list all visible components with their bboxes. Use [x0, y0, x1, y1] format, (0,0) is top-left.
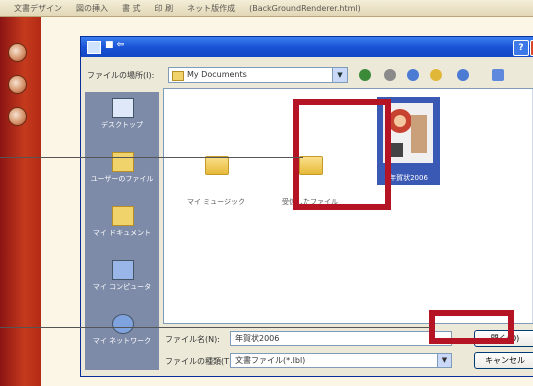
- folder-icon[interactable]: [205, 156, 229, 175]
- menu-item[interactable]: ネット版作成: [187, 3, 235, 14]
- cancel-button[interactable]: キャンセル: [474, 352, 533, 369]
- look-in-value: My Documents: [187, 70, 247, 79]
- chevron-down-icon[interactable]: ▼: [332, 68, 347, 82]
- app-menubar: 文書デザイン 図の挿入 書 式 印 刷 ネット版作成 (BackGroundRe…: [0, 0, 533, 17]
- network-icon: [112, 314, 134, 334]
- desktop-icon: [112, 98, 134, 118]
- place-label: マイ ドキュメント: [92, 229, 152, 237]
- menu-item[interactable]: 印 刷: [155, 3, 174, 14]
- look-in-dropdown[interactable]: My Documents ▼: [168, 67, 348, 83]
- up-folder-icon[interactable]: [384, 69, 396, 81]
- tools-icon[interactable]: [457, 69, 469, 81]
- back-icon[interactable]: [359, 69, 371, 81]
- highlight-frame-open-button: [429, 310, 514, 344]
- callout-line: [0, 157, 303, 158]
- my-documents-icon: [112, 206, 134, 226]
- my-computer-icon: [112, 260, 134, 280]
- look-in-row: ファイルの場所(I): My Documents ▼: [85, 67, 533, 85]
- app-tool-icon[interactable]: [8, 43, 27, 62]
- place-label: マイ コンピュータ: [92, 283, 152, 291]
- place-my-computer[interactable]: マイ コンピュータ: [85, 258, 159, 304]
- file-label[interactable]: マイ ミュージック: [181, 197, 251, 207]
- chevron-down-icon[interactable]: ▼: [437, 354, 451, 367]
- open-file-icon: [87, 41, 101, 54]
- look-in-label: ファイルの場所(I):: [87, 71, 155, 80]
- app-canvas: ■ ⇦ ? ✕ ファイルの場所(I): My Documents ▼ デスクトッ…: [41, 17, 533, 386]
- filename-input[interactable]: 年賀状2006: [230, 331, 452, 346]
- place-my-documents[interactable]: マイ ドキュメント: [85, 204, 159, 250]
- dialog-titlebar[interactable]: ■ ⇦ ? ✕: [81, 37, 533, 57]
- menu-item[interactable]: 書 式: [122, 3, 141, 14]
- place-label: デスクトップ: [101, 121, 143, 129]
- highlight-frame-thumbnail: [293, 99, 391, 210]
- dialog-title: ■ ⇦: [105, 40, 125, 50]
- filename-label: ファイル名(N):: [165, 335, 220, 344]
- place-desktop[interactable]: デスクトップ: [85, 96, 159, 142]
- place-network[interactable]: マイ ネットワーク: [85, 312, 159, 358]
- menu-item[interactable]: 文書デザイン: [14, 3, 62, 14]
- place-label: マイ ネットワーク: [92, 337, 152, 345]
- app-tool-icon[interactable]: [8, 107, 27, 126]
- app-tool-icon[interactable]: [8, 75, 27, 94]
- menu-item[interactable]: (BackGroundRenderer.html): [249, 4, 361, 13]
- callout-line: [0, 327, 430, 328]
- filetype-label: ファイルの種類(T):: [165, 357, 235, 366]
- help-button[interactable]: ?: [513, 40, 529, 56]
- view-menu-icon[interactable]: [492, 69, 504, 81]
- places-bar: デスクトップ ユーザーのファイル マイ ドキュメント マイ コンピュータ マイ …: [85, 92, 159, 370]
- filetype-dropdown[interactable]: 文書ファイル(*.lbl) ▼: [230, 353, 452, 368]
- user-folder-icon: [112, 152, 134, 172]
- filetype-value: 文書ファイル(*.lbl): [235, 356, 306, 365]
- menu-item[interactable]: 図の挿入: [76, 3, 108, 14]
- new-folder-icon[interactable]: [407, 69, 419, 81]
- place-label: ユーザーのファイル: [90, 175, 154, 183]
- folder-icon: [172, 71, 184, 81]
- views-icon[interactable]: [430, 69, 442, 81]
- app-left-panel: [0, 17, 41, 386]
